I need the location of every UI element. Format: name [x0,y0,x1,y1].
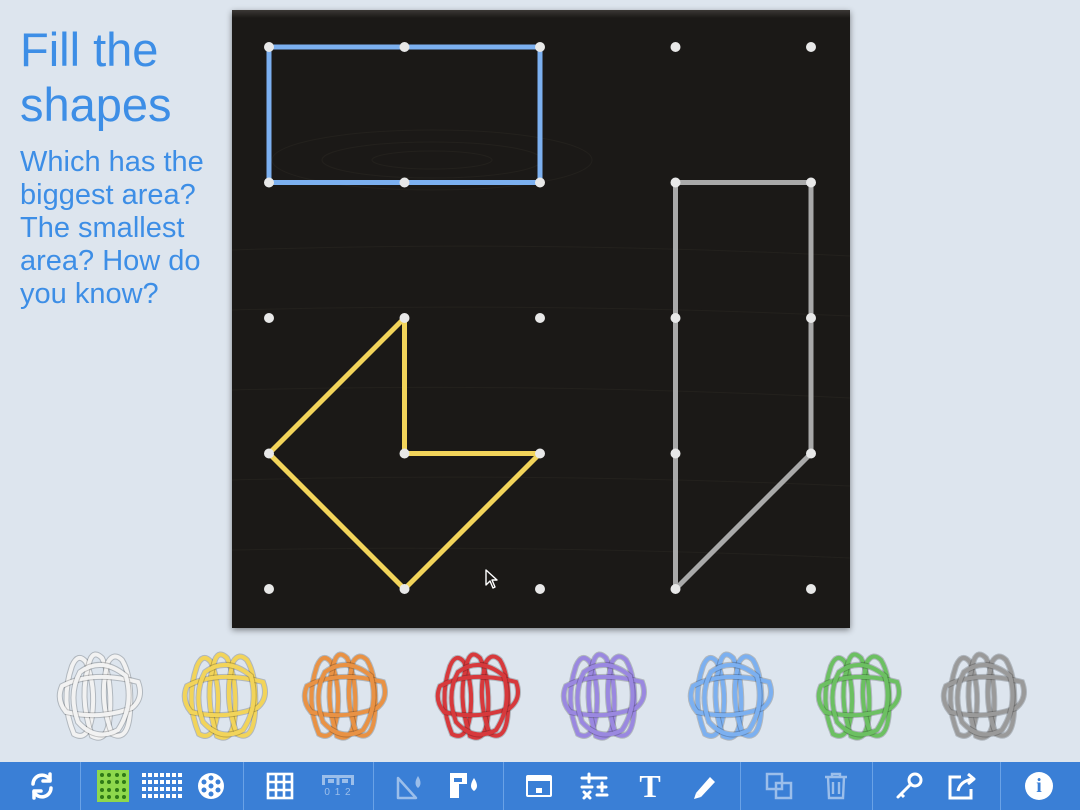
peg[interactable] [264,42,274,52]
toolbar-separator [80,762,81,810]
rubber-band-trapezoid[interactable] [673,180,814,592]
math-operators-icon [580,772,609,800]
mouse-cursor-icon [485,569,498,589]
shape-fill-icon [450,773,477,798]
band-pile-blue[interactable] [683,646,779,746]
peg[interactable] [806,448,816,459]
toolbar-separator [243,762,244,810]
text-tool-button[interactable]: T [632,768,668,804]
key-icon [896,772,923,799]
peg[interactable] [670,313,681,323]
geoboard-canvas[interactable] [232,10,850,628]
band-pile-red[interactable] [430,646,526,746]
answer-key-button[interactable] [891,768,927,804]
text-tool-icon: T [639,767,661,804]
peg[interactable] [535,42,545,52]
peg[interactable] [670,42,681,52]
screen-cover-button[interactable] [521,768,557,804]
toolbar-separator [740,762,741,810]
info-icon: i [1025,772,1053,800]
share-button[interactable] [945,768,981,804]
pen-icon [694,777,715,799]
share-icon [948,772,976,800]
triangle-fill-icon [396,776,421,800]
duplicate-button[interactable] [761,768,797,804]
circle-geoboard-button[interactable] [193,768,229,804]
peg[interactable] [399,313,410,323]
peg[interactable] [264,313,274,323]
peg[interactable] [806,177,816,188]
toolbar-separator [503,762,504,810]
pen-tool-button[interactable] [687,768,723,804]
toolbar-separator [872,762,873,810]
shape-fill-button[interactable] [446,768,482,804]
toolbar: 0 1 2 T i [0,762,1080,810]
peg[interactable] [670,177,681,188]
band-pile-purple[interactable] [556,646,652,746]
geoboard[interactable] [232,10,850,628]
grid-toggle-button[interactable] [262,768,298,804]
band-pile-green[interactable] [811,646,907,746]
peg[interactable] [535,448,545,459]
toolbar-separator [1000,762,1001,810]
peg[interactable] [399,448,410,459]
prompt-question: Which has the biggest area? The smallest… [20,146,204,310]
small-grid-icon [97,770,129,802]
grid-large-button[interactable] [142,768,182,804]
peg[interactable] [535,177,545,188]
band-pile-orange[interactable] [297,646,393,746]
peg[interactable] [264,448,274,459]
grid-lines-icon [266,772,294,800]
info-label: i [1036,774,1042,797]
peg[interactable] [806,313,816,323]
circle-board-icon [198,773,224,799]
peg[interactable] [806,584,816,594]
large-grid-icon [142,773,182,798]
board-top-edge [232,10,850,18]
prompt-panel: Fill the shapes Which has the biggest ar… [20,22,220,311]
info-button[interactable]: i [1021,768,1057,804]
angle-fill-button[interactable] [392,768,428,804]
peg[interactable] [535,313,545,323]
peg[interactable] [399,177,410,188]
peg[interactable] [399,42,410,52]
peg[interactable] [535,584,545,594]
peg[interactable] [264,177,274,188]
cover-icon [526,775,552,797]
reset-icon[interactable] [24,768,60,804]
rubber-band-rectangle[interactable] [266,44,543,185]
duplicate-icon [765,772,793,800]
trash-icon [825,772,847,800]
toolbar-separator [373,762,374,810]
number-line-label: 0 1 2 [324,786,352,798]
delete-button[interactable] [818,768,854,804]
wood-grain [232,129,850,559]
equation-button[interactable] [576,768,612,804]
peg[interactable] [399,584,410,594]
page-title: Fill the shapes [20,23,172,131]
band-tray [0,640,1080,752]
grid-5x5-button[interactable] [95,768,131,804]
band-pile-yellow[interactable] [177,646,273,746]
peg[interactable] [806,42,816,52]
peg[interactable] [670,584,681,594]
peg[interactable] [264,584,274,594]
number-line-button[interactable]: 0 1 2 [316,768,360,804]
band-pile-white[interactable] [52,646,148,746]
peg[interactable] [670,448,681,459]
band-pile-gray[interactable] [936,646,1032,746]
ruler-icon [322,774,354,785]
